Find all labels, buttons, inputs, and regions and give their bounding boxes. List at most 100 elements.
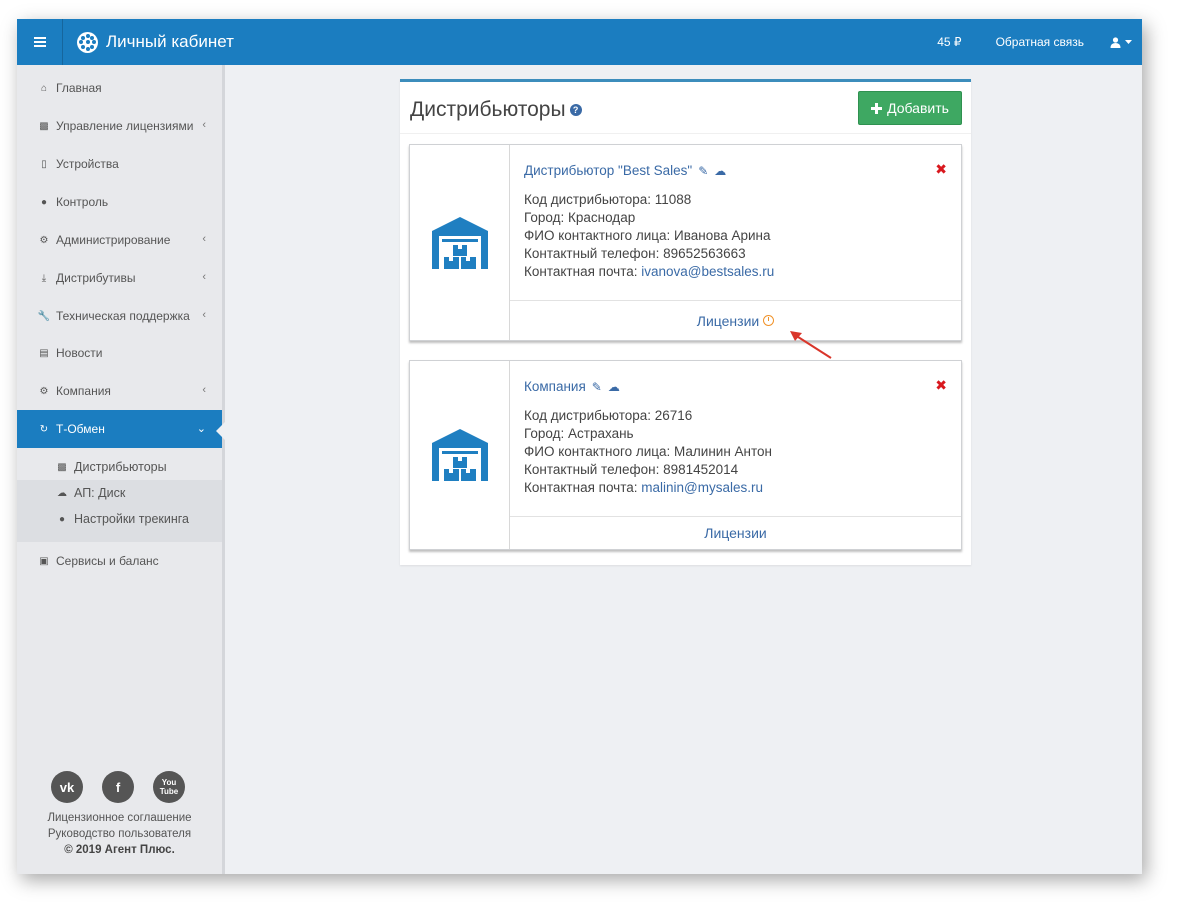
top-navbar: Личный кабинет 45 ₽ Обратная связь [17,19,1142,65]
page-title: Дистрибьюторы ? [410,98,582,122]
chevron-left-icon: ‹ [202,309,206,321]
add-distributor-button[interactable]: Добавить [858,91,962,125]
license-agreement-link[interactable]: Лицензионное соглашение [17,810,222,826]
page-title-text: Дистрибьюторы [410,98,566,121]
gear-icon: ⚙ [39,385,49,397]
sidebar-item-news[interactable]: ▤ Новости [17,334,222,372]
refresh-icon: ↻ [39,423,49,435]
sidebar-footer: Лицензионное соглашение Руководство поль… [17,810,222,858]
copyright: © 2019 Агент Плюс. [64,844,175,856]
t-exchange-submenu: ▩ Дистрибьюторы ☁ АП: Диск ● Настройки т… [17,454,222,542]
feedback-link[interactable]: Обратная связь [996,35,1084,49]
submenu-item-ap-disk[interactable]: ☁ АП: Диск [17,480,222,506]
delete-icon[interactable]: ✖ [935,377,947,394]
sidebar-item-company[interactable]: ⚙ Компания ‹ [17,372,222,410]
distributor-city: Город: Астрахань [524,426,634,441]
money-icon: ▣ [39,555,49,567]
distributors-panel: Дистрибьюторы ? Добавить Дистрибьютор "B… [400,79,971,565]
newspaper-icon: ▤ [39,347,49,359]
caret-down-icon [1125,39,1132,44]
sidebar-item-label: Техническая поддержка [56,309,190,323]
divider [400,133,971,134]
email-link[interactable]: malinin@mysales.ru [641,480,763,495]
email-label: Контактная почта: [524,480,642,495]
delete-icon[interactable]: ✖ [935,161,947,178]
cloud-download-icon[interactable]: ☁ [608,380,620,394]
brand[interactable]: Личный кабинет [77,19,234,65]
submenu-item-tracking-settings[interactable]: ● Настройки трекинга [17,506,222,532]
user-menu[interactable] [1110,36,1132,48]
submenu-item-label: Дистрибьюторы [74,460,167,474]
distributor-email-row: Контактная почта: malinin@mysales.ru [524,479,951,497]
distributor-card: Компания ✎ ☁ Код дистрибьютора: 26716 Го… [409,360,962,550]
pencil-icon[interactable]: ✎ [592,380,602,394]
brand-logo-icon [77,31,98,53]
sidebar-item-distributions[interactable]: ⤓ Дистрибутивы ‹ [17,259,222,297]
user-guide-link[interactable]: Руководство пользователя [17,826,222,842]
active-indicator [216,422,225,440]
sitemap-icon: ▩ [57,461,67,473]
sidebar-item-label: Главная [56,81,102,95]
hamburger-icon [33,37,46,47]
sidebar-item-label: Устройства [56,157,119,171]
licenses-link[interactable]: Лицензии [510,300,961,340]
youtube-icon[interactable]: You Tube [153,771,185,803]
warehouse-icon [410,361,510,549]
sidebar-item-label: Дистрибутивы [56,271,136,285]
distributor-name-link[interactable]: Дистрибьютор "Best Sales" [524,163,692,178]
licenses-label: Лицензии [704,525,767,541]
sidebar-item-label: Управление лицензиями [56,119,194,133]
cloud-icon: ☁ [57,487,67,499]
distributor-code: Код дистрибьютора: 11088 [524,192,692,207]
distributor-contact: ФИО контактного лица: Малинин Антон [524,444,773,459]
sidebar-item-services-balance[interactable]: ▣ Сервисы и баланс [17,542,222,580]
chevron-down-icon: ⌄ [196,423,206,435]
sidebar-item-label: Новости [56,346,103,360]
sidebar-item-administration[interactable]: ⚙ Администрирование ‹ [17,221,222,259]
sidebar-item-t-exchange[interactable]: ↻ Т-Обмен ⌄ [17,410,225,448]
distributor-city: Город: Краснодар [524,210,636,225]
sidebar-item-label: Администрирование [56,233,171,247]
home-icon: ⌂ [40,82,48,94]
balance-badge[interactable]: 45 ₽ [937,35,961,49]
pencil-icon[interactable]: ✎ [698,164,708,178]
vk-icon[interactable]: vk [51,771,83,803]
globe-icon: ● [58,513,66,525]
add-button-label: Добавить [887,100,949,116]
submenu-item-label: Настройки трекинга [74,512,189,526]
sidebar-item-home[interactable]: ⌂ Главная [17,69,222,107]
plus-icon [871,102,883,114]
sidebar-item-label: Контроль [56,195,109,209]
distributor-contact: ФИО контактного лица: Иванова Арина [524,228,771,243]
sidebar-item-license-management[interactable]: ▩ Управление лицензиями ‹ [17,107,222,145]
sidebar-item-label: Т-Обмен [56,422,105,436]
sidebar-item-tech-support[interactable]: 🔧 Техническая поддержка ‹ [17,297,222,335]
annotation-arrow [790,331,832,359]
submenu-item-distributors[interactable]: ▩ Дистрибьюторы [17,454,222,480]
help-icon[interactable]: ? [569,104,582,116]
warehouse-icon [410,145,510,340]
wrench-icon: 🔧 [37,310,51,322]
chevron-left-icon: ‹ [202,271,206,283]
email-link[interactable]: ivanova@bestsales.ru [641,264,774,279]
menu-toggle-button[interactable] [17,19,63,65]
download-icon: ⤓ [41,272,47,284]
app-title: Личный кабинет [106,32,234,51]
social-links: vk f You Tube [51,771,185,803]
chevron-left-icon: ‹ [202,233,206,245]
licenses-link[interactable]: Лицензии [510,516,961,549]
email-label: Контактная почта: [524,264,642,279]
sidebar-item-devices[interactable]: ▯ Устройства [17,145,222,183]
sidebar-item-label: Компания [56,384,111,398]
app-window: Личный кабинет 45 ₽ Обратная связь ⌂ Гла… [17,19,1142,874]
distributor-phone: Контактный телефон: 8981452014 [524,462,739,477]
distributor-phone: Контактный телефон: 89652563663 [524,246,746,261]
mobile-icon: ▯ [41,158,47,170]
distributor-card: Дистрибьютор "Best Sales" ✎ ☁ Код дистри… [409,144,962,341]
distributor-email-row: Контактная почта: ivanova@bestsales.ru [524,263,951,281]
sidebar-item-control[interactable]: ● Контроль [17,183,222,221]
distributor-name-link[interactable]: Компания [524,379,586,394]
cloud-download-icon[interactable]: ☁ [714,164,726,178]
globe-icon: ● [40,196,48,208]
facebook-icon[interactable]: f [102,771,134,803]
